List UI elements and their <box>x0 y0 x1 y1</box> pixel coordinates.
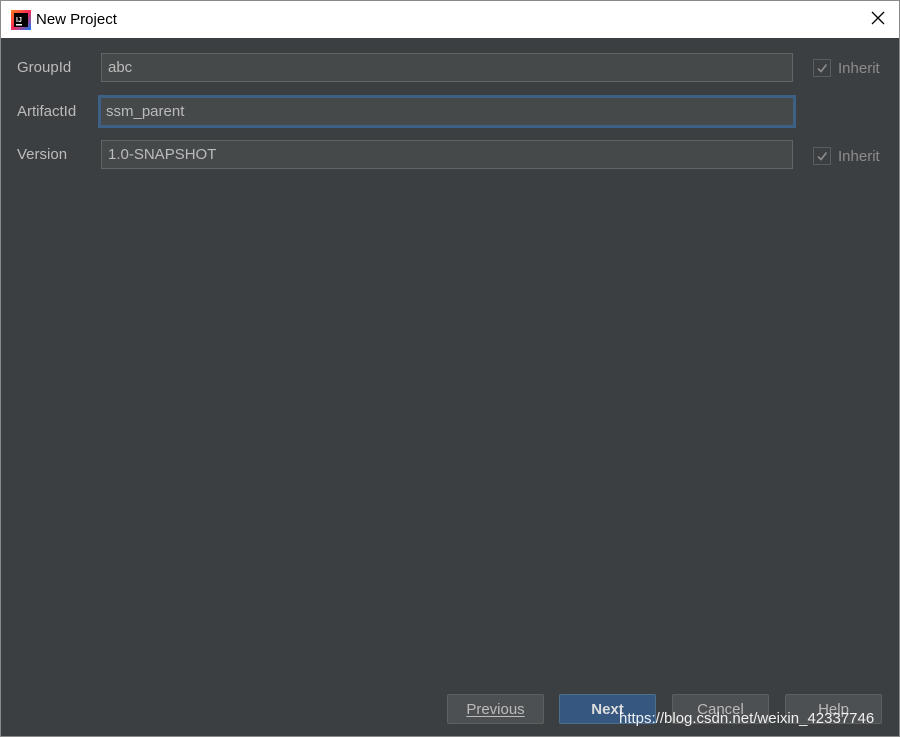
dialog-content: GroupId Inherit ArtifactId Version Inher… <box>1 38 899 736</box>
version-field[interactable] <box>101 140 793 169</box>
inherit-label: Inherit <box>838 59 880 77</box>
close-button[interactable] <box>863 5 893 35</box>
previous-button[interactable]: Previous <box>447 694 544 724</box>
artifact-id-field[interactable] <box>99 96 795 127</box>
checkbox[interactable] <box>813 59 831 77</box>
version-label: Version <box>17 146 68 163</box>
previous-button-label: Previous <box>466 700 525 718</box>
checkbox[interactable] <box>813 147 831 165</box>
watermark-text: https://blog.csdn.net/weixin_42337746 <box>619 710 875 727</box>
artifact-id-label: ArtifactId <box>17 103 77 120</box>
checkmark-icon <box>817 64 828 73</box>
intellij-idea-icon: IJ <box>11 10 31 30</box>
group-id-inherit-checkbox[interactable]: Inherit <box>813 59 880 77</box>
title-bar: IJ New Project <box>1 1 899 38</box>
inherit-label: Inherit <box>838 147 880 165</box>
group-id-label: GroupId <box>17 59 72 76</box>
version-inherit-checkbox[interactable]: Inherit <box>813 147 880 165</box>
svg-text:IJ: IJ <box>16 17 22 24</box>
group-id-field[interactable] <box>101 53 793 82</box>
close-icon <box>871 11 885 30</box>
new-project-dialog: IJ New Project GroupId Inherit ArtifactI… <box>0 0 900 737</box>
checkmark-icon <box>817 152 828 161</box>
window-title: New Project <box>36 11 117 28</box>
